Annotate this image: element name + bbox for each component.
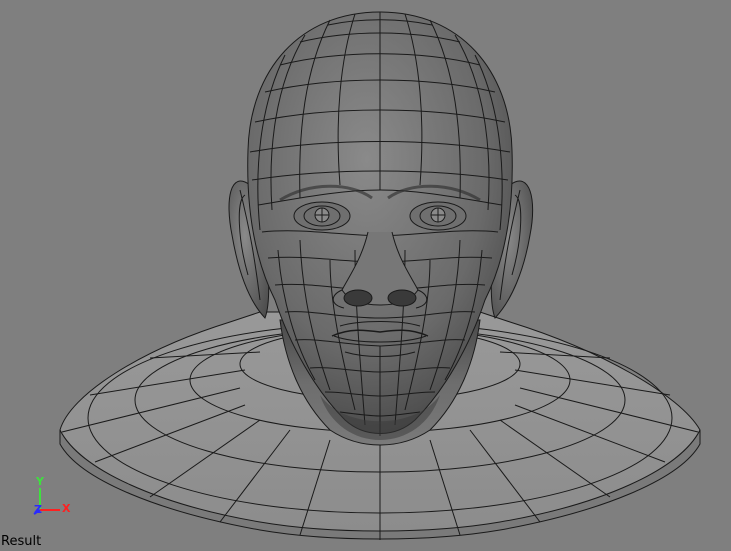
head-model[interactable] xyxy=(0,0,731,551)
z-axis-label: Z xyxy=(34,503,42,516)
x-axis-label: X xyxy=(62,502,71,515)
camera-label: Result xyxy=(1,534,42,549)
right-eye xyxy=(409,201,467,231)
3d-viewport[interactable]: Y Z X Result xyxy=(0,0,731,551)
left-eye xyxy=(293,201,351,231)
y-axis-label: Y xyxy=(36,475,44,488)
axis-gizmo: Y Z X xyxy=(22,474,82,524)
